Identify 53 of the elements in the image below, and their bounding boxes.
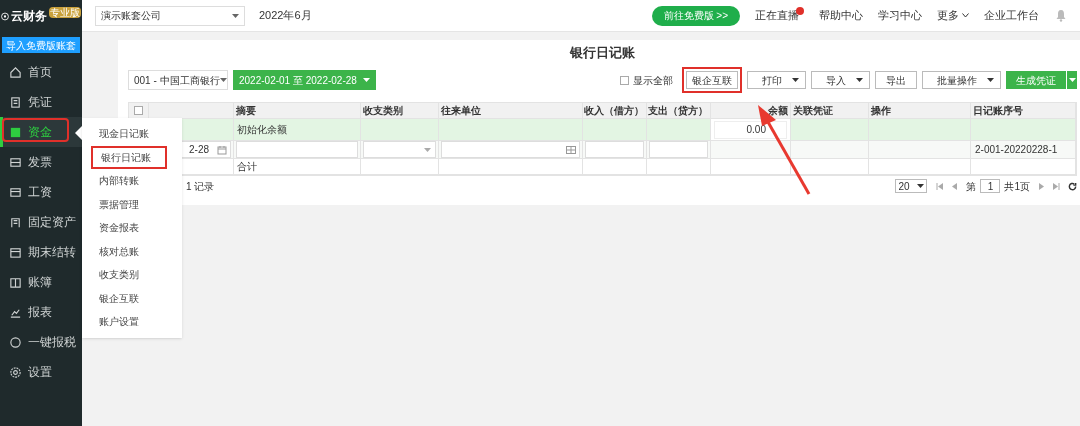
column-header: 余额 [768, 104, 788, 118]
sidebar-item[interactable]: 期末结转 [0, 237, 82, 267]
top-link[interactable]: 正在直播 [755, 7, 799, 24]
account-select[interactable]: 001 - 中国工商银行 [128, 70, 228, 90]
column-header: 收支类别 [363, 104, 403, 118]
column-header: 摘要 [236, 104, 256, 118]
top-link[interactable]: 帮助中心 [819, 7, 863, 24]
table-cell-text: 初始化余额 [237, 123, 287, 137]
page-size-select[interactable]: 20 [895, 179, 928, 193]
sidebar-item[interactable]: 一键报税 [0, 327, 82, 357]
page-title: 银行日记账 [570, 44, 635, 63]
submenu-item[interactable]: 资金报表 [82, 216, 182, 240]
sidebar-item[interactable]: 账簿 [0, 267, 82, 297]
table-cell-text: 合计 [237, 160, 257, 174]
toolbar-button[interactable]: 批量操作 [922, 71, 1001, 89]
record-count: 1 记录 [186, 179, 215, 194]
top-link[interactable]: 企业工作台 [984, 7, 1039, 24]
brand-name: 云财务 [11, 8, 47, 25]
sidebar-item[interactable]: 凭证 [0, 87, 82, 117]
sidebar-item[interactable]: 首页 [0, 57, 82, 87]
submenu-item[interactable]: 核对总账 [82, 239, 182, 263]
submenu-item[interactable]: 银行日记账 [91, 145, 167, 169]
table-cell-text: 2-001-20220228-1 [974, 143, 1058, 157]
period-label: 2022年6月 [259, 8, 312, 24]
top-link[interactable]: 更多 [937, 7, 969, 24]
page-field[interactable]: 1 [980, 179, 1001, 193]
sidebar-item[interactable]: 报表 [0, 297, 82, 327]
submenu-item[interactable]: 票据管理 [82, 192, 182, 216]
column-header: 收入（借方） [584, 104, 644, 118]
submenu-item[interactable]: 银企互联 [82, 286, 182, 310]
sidebar-item[interactable]: 设置 [0, 357, 82, 387]
column-header: 日记账序号 [973, 104, 1023, 118]
column-header: 往来单位 [441, 104, 481, 118]
column-header: 操作 [871, 104, 891, 118]
sidebar-item[interactable]: 固定资产 [0, 207, 82, 237]
checkbox-label: 显示全部 [633, 73, 673, 88]
submenu-item[interactable]: 收支类别 [82, 263, 182, 287]
sidebar-item[interactable]: 发票 [0, 147, 82, 177]
submenu-item[interactable]: 账户设置 [82, 310, 182, 334]
balance-field[interactable]: 0.00 [714, 120, 787, 139]
toolbar-button[interactable]: 导出 [875, 71, 917, 89]
total-pages: 共1页 [1004, 179, 1030, 194]
sidebar-item[interactable]: 工资 [0, 177, 82, 207]
top-link[interactable]: 学习中心 [878, 7, 922, 24]
company-select[interactable]: 演示账套公司 [95, 5, 245, 26]
column-header: 关联凭证 [793, 104, 833, 118]
column-header: 支出（贷方） [648, 104, 708, 118]
toolbar-button[interactable]: 银企互联 [686, 71, 738, 89]
submenu-item[interactable]: 内部转账 [82, 169, 182, 193]
page-label: 第 [966, 179, 977, 194]
edition-badge: 专业版 [49, 6, 81, 18]
toolbar-button[interactable]: 打印 [747, 71, 806, 89]
toolbar-button[interactable]: 导入 [811, 71, 870, 89]
